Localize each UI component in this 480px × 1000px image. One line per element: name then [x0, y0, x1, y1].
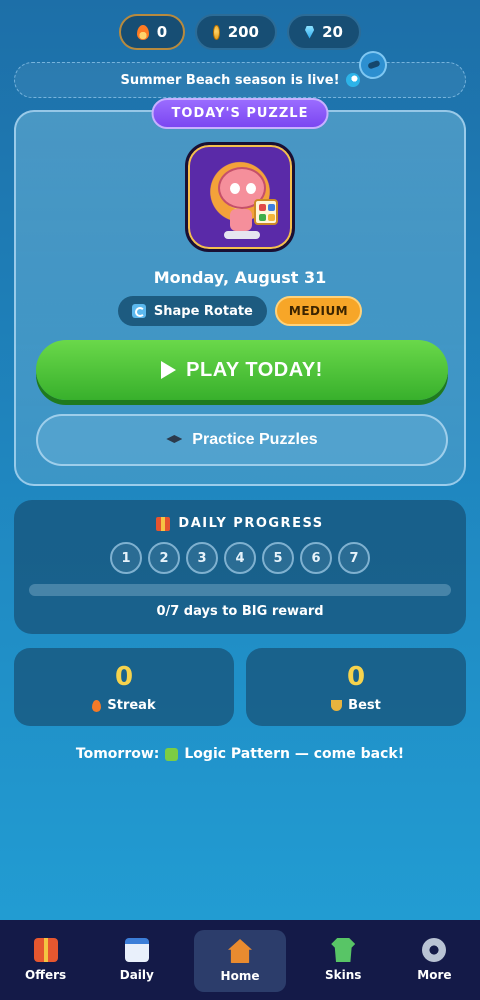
nav-offers[interactable]: Offers [0, 920, 91, 1000]
best-card: 0 Best [246, 648, 466, 726]
shape-board-icon [254, 199, 278, 225]
day-markers: 1 2 3 4 5 6 7 [14, 542, 466, 574]
puzzle-card: TODAY'S PUZZLE Monday, August 31 Shape R… [14, 98, 466, 486]
nav-home-label: Home [220, 969, 260, 983]
mascot-feet [224, 231, 260, 239]
coin-count: 200 [227, 23, 259, 41]
streak-card: 0 Streak [14, 648, 234, 726]
trophy-icon [331, 700, 343, 711]
coin-icon [213, 24, 220, 40]
puzzle-piece-icon [165, 747, 179, 761]
nav-more[interactable]: More [389, 920, 480, 1000]
brain-mascot-icon [185, 142, 295, 252]
puzzle-meta: Shape Rotate MEDIUM [16, 296, 464, 326]
tomorrow-hint: Tomorrow: Logic Pattern — come back! [0, 746, 480, 762]
nav-daily[interactable]: Daily [91, 920, 182, 1000]
streak-label: Streak [107, 698, 156, 713]
red-shape [259, 204, 266, 211]
gear-icon [422, 938, 447, 962]
nav-home[interactable]: Home [194, 930, 286, 992]
tomorrow-prefix: Tomorrow: [75, 746, 160, 762]
difficulty-badge: MEDIUM [274, 296, 363, 326]
nav-skins[interactable]: Skins [298, 920, 389, 1000]
yellow-shape [268, 214, 275, 221]
gift-icon [33, 938, 58, 962]
graduation-cap-icon [166, 435, 183, 443]
flame-count: 0 [156, 23, 168, 41]
nav-offers-label: Offers [25, 968, 67, 982]
mascot-body [230, 209, 252, 231]
best-label: Best [348, 698, 381, 713]
calendar-icon [124, 938, 149, 962]
puzzle-date: Monday, August 31 [153, 268, 327, 287]
practice-puzzles-button[interactable]: Practice Puzzles [36, 414, 448, 466]
day-marker: 6 [300, 542, 332, 574]
day-marker: 3 [186, 542, 218, 574]
practice-puzzles-label: Practice Puzzles [192, 431, 318, 448]
shirt-icon [331, 938, 356, 962]
puzzle-type-label: Shape Rotate [153, 303, 253, 319]
todays-puzzle-tag: TODAY'S PUZZLE [151, 98, 329, 129]
day-marker: 7 [338, 542, 370, 574]
nav-skins-label: Skins [325, 968, 362, 982]
day-marker: 5 [262, 542, 294, 574]
day-marker: 1 [110, 542, 142, 574]
season-mascot-icon [355, 47, 391, 83]
flame-counter[interactable]: 0 [119, 14, 185, 50]
day-marker: 4 [224, 542, 256, 574]
house-icon [228, 939, 252, 963]
day-marker: 2 [148, 542, 180, 574]
gem-icon [305, 25, 315, 39]
streak-value: 0 [114, 662, 134, 692]
mascot-eye [246, 183, 256, 194]
nav-daily-label: Daily [119, 968, 154, 982]
mascot-eye [230, 183, 240, 194]
gift-icon [156, 516, 171, 531]
bottom-nav: Offers Daily Home Skins More [0, 920, 480, 1000]
best-label-row: Best [246, 698, 466, 713]
play-today-button[interactable]: PLAY TODAY! [36, 340, 448, 400]
progress-summary: 0/7 days to BIG reward [156, 604, 324, 619]
green-shape [259, 214, 266, 221]
flame-icon [136, 24, 149, 40]
streak-label-row: Streak [14, 698, 234, 713]
blue-shape [268, 204, 275, 211]
gem-counter[interactable]: 20 [287, 14, 361, 50]
daily-progress-card: DAILY PROGRESS 1 2 3 4 5 6 7 0/7 days to… [14, 500, 466, 634]
season-banner-text: Summer Beach season is live! [120, 72, 340, 88]
puzzle-type-chip: Shape Rotate [117, 296, 267, 326]
nav-more-label: More [417, 968, 452, 982]
rotate-icon [131, 304, 146, 318]
best-value: 0 [346, 662, 366, 692]
season-banner[interactable]: Summer Beach season is live! [14, 47, 466, 98]
progress-bar [29, 584, 451, 596]
coin-counter[interactable]: 200 [195, 14, 277, 50]
currency-bar: 0 200 20 [0, 14, 480, 50]
tomorrow-text: Logic Pattern — come back! [184, 746, 405, 762]
play-today-label: PLAY TODAY! [186, 358, 323, 381]
daily-progress-title: DAILY PROGRESS [178, 516, 324, 531]
daily-progress-header: DAILY PROGRESS [14, 516, 466, 531]
play-icon [161, 361, 177, 379]
wave-icon [345, 73, 360, 87]
flame-icon [92, 699, 102, 712]
gem-count: 20 [322, 23, 343, 41]
